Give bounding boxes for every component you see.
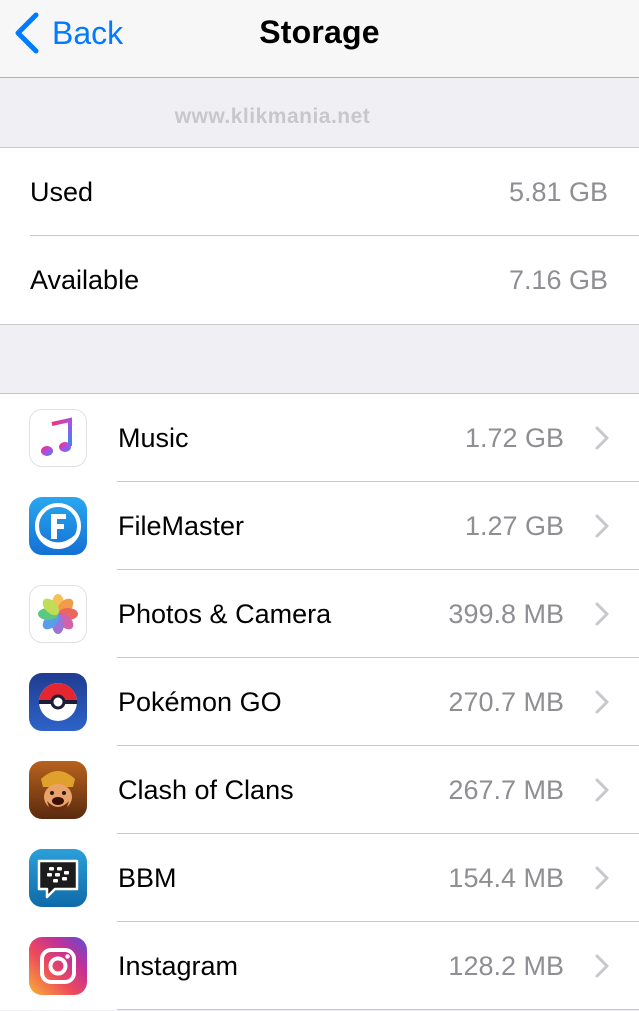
bbm-icon: [29, 849, 87, 907]
pokeball-icon: [29, 673, 87, 731]
list-item-filemaster[interactable]: FileMaster 1.27 GB: [0, 482, 639, 570]
filemaster-icon: [29, 497, 87, 555]
app-name: FileMaster: [118, 510, 245, 541]
app-name: BBM: [118, 862, 177, 893]
used-label: Used: [30, 176, 94, 207]
watermark: www.klikmania.net: [174, 105, 371, 128]
app-name: Clash of Clans: [118, 774, 294, 805]
chevron-right-icon: [595, 602, 609, 626]
row-separator: [117, 1009, 639, 1010]
app-size: 270.7 MB: [448, 686, 564, 717]
app-name: Instagram: [118, 950, 239, 981]
chevron-right-icon: [595, 690, 609, 714]
list-item-instagram[interactable]: Instagram 128.2 MB: [0, 922, 639, 1010]
music-icon: [29, 409, 87, 467]
list-item-clash-of-clans[interactable]: Clash of Clans 267.7 MB: [0, 746, 639, 834]
used-row: Used 5.81 GB: [0, 148, 639, 236]
chevron-right-icon: [595, 514, 609, 538]
app-name: Pokémon GO: [118, 686, 282, 717]
chevron-right-icon: [595, 954, 609, 978]
chevron-right-icon: [595, 426, 609, 450]
apps-list: Music 1.72 GB FileMaster 1.27 GB Photos …: [0, 393, 639, 1010]
used-value: 5.81 GB: [508, 176, 608, 207]
app-size: 1.27 GB: [464, 510, 564, 541]
clash-of-clans-icon: [29, 761, 87, 819]
instagram-icon: [29, 937, 87, 995]
chevron-right-icon: [595, 866, 609, 890]
app-size: 128.2 MB: [448, 950, 564, 981]
available-label: Available: [30, 264, 140, 295]
list-item-bbm[interactable]: BBM 154.4 MB: [0, 834, 639, 922]
app-size: 399.8 MB: [448, 598, 564, 629]
photos-icon: [29, 585, 87, 643]
list-item-photos-camera[interactable]: Photos & Camera 399.8 MB: [0, 570, 639, 658]
app-size: 1.72 GB: [464, 422, 564, 453]
list-item-pokemon-go[interactable]: Pokémon GO 270.7 MB: [0, 658, 639, 746]
available-row: Available 7.16 GB: [0, 236, 639, 324]
app-name: Music: [118, 422, 189, 453]
storage-summary-group: Used 5.81 GB Available 7.16 GB: [0, 147, 639, 325]
list-item-music[interactable]: Music 1.72 GB: [0, 394, 639, 482]
app-size: 267.7 MB: [448, 774, 564, 805]
navigation-bar: Back Storage: [0, 0, 639, 78]
page-title: Storage: [259, 14, 380, 50]
chevron-right-icon: [595, 778, 609, 802]
available-value: 7.16 GB: [508, 264, 608, 295]
app-size: 154.4 MB: [448, 862, 564, 893]
app-name: Photos & Camera: [118, 598, 332, 629]
